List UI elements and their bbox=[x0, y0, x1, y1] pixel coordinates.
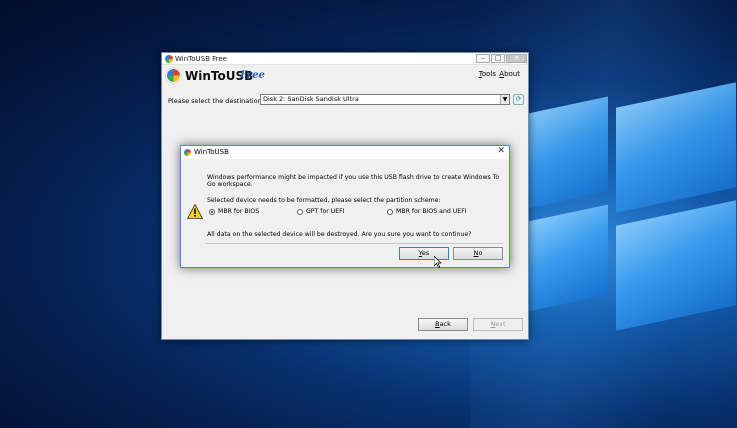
dialog-title: WinToUSB bbox=[194, 148, 229, 156]
menu-about[interactable]: About bbox=[499, 70, 520, 78]
radio-button[interactable] bbox=[297, 208, 303, 215]
windows-logo-wallpaper bbox=[528, 82, 737, 335]
mouse-pointer-icon bbox=[434, 256, 442, 268]
logo-pane-bottom-right bbox=[616, 200, 736, 331]
dialog-divider bbox=[205, 243, 503, 244]
radio-mbr-bios[interactable]: MBR for BIOS bbox=[209, 208, 259, 215]
brand-header: WinToUSB Free Tools About bbox=[162, 65, 528, 93]
radio-gpt-uefi[interactable]: GPT for UEFI bbox=[297, 208, 345, 215]
confirm-dialog: WinToUSB ✕ Windows performance might be … bbox=[180, 145, 510, 268]
dialog-close-icon[interactable]: ✕ bbox=[497, 146, 505, 156]
minimize-button[interactable]: – bbox=[476, 54, 490, 63]
dialog-title-bar: WinToUSB ✕ bbox=[181, 146, 509, 159]
back-button[interactable]: Back bbox=[418, 318, 468, 331]
refresh-icon[interactable]: ⟳ bbox=[513, 94, 524, 105]
destination-disk-select[interactable]: Disk 2: SanDisk Sandisk Ultra ▼ bbox=[260, 94, 510, 105]
radio-button-checked[interactable] bbox=[209, 208, 215, 215]
radio-mbr-bios-uefi[interactable]: MBR for BIOS and UEFI bbox=[387, 208, 467, 215]
radio-mbr-bios-label: MBR for BIOS bbox=[218, 208, 260, 215]
menu-tools[interactable]: Tools bbox=[479, 70, 496, 78]
brand-edition: Free bbox=[240, 70, 265, 81]
close-button[interactable]: ✕ bbox=[506, 54, 527, 63]
data-loss-warning-text: All data on the selected device will be … bbox=[207, 231, 472, 238]
maximize-button[interactable]: □ bbox=[491, 54, 505, 63]
no-button[interactable]: No bbox=[453, 247, 503, 260]
logo-pane-top-left bbox=[528, 96, 608, 209]
radio-gpt-uefi-label: GPT for UEFI bbox=[306, 208, 345, 215]
next-button[interactable]: Next bbox=[473, 318, 523, 331]
logo-pane-top-right bbox=[616, 82, 736, 213]
dialog-app-icon bbox=[184, 149, 191, 156]
warning-icon bbox=[187, 204, 203, 219]
radio-button[interactable] bbox=[387, 208, 393, 215]
partition-scheme-prompt: Selected device needs to be formatted, p… bbox=[207, 197, 441, 204]
wintousb-logo-icon bbox=[166, 68, 181, 83]
logo-pane-bottom-left bbox=[528, 204, 608, 312]
destination-disk-value: Disk 2: SanDisk Sandisk Ultra bbox=[263, 95, 359, 103]
main-window-title: WinToUSB Free bbox=[175, 55, 227, 63]
app-icon bbox=[165, 55, 173, 63]
chevron-down-icon[interactable]: ▼ bbox=[500, 95, 509, 104]
radio-mbr-bios-uefi-label: MBR for BIOS and UEFI bbox=[396, 208, 467, 215]
main-title-bar: WinToUSB Free – □ ✕ bbox=[162, 53, 528, 65]
performance-warning-text: Windows performance might be impacted if… bbox=[207, 174, 500, 188]
